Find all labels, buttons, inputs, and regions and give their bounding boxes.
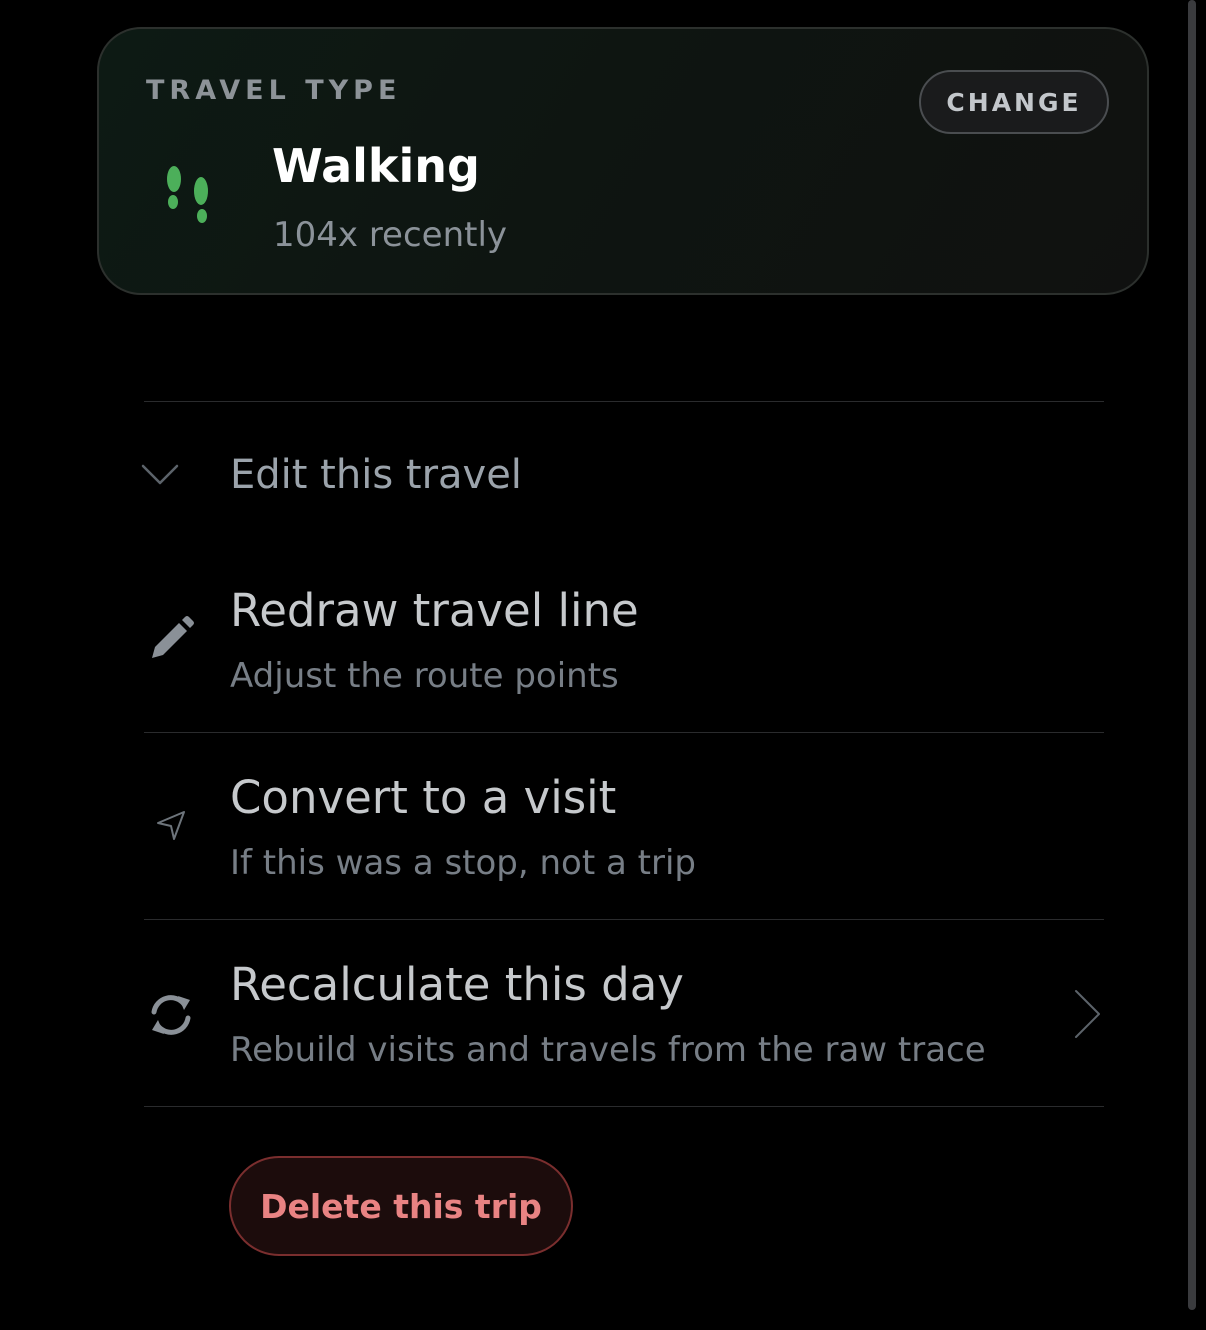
action-title: Convert to a visit bbox=[230, 771, 617, 824]
travel-type-card: TRAVEL TYPE CHANGE Walking 104x recently bbox=[97, 27, 1149, 295]
convert-to-visit-item[interactable]: Convert to a visit If this was a stop, n… bbox=[144, 733, 1104, 919]
travel-mode-title: Walking bbox=[272, 139, 480, 193]
travel-type-label: TRAVEL TYPE bbox=[146, 75, 402, 106]
scrollbar[interactable] bbox=[1188, 0, 1196, 1310]
delete-trip-button[interactable]: Delete this trip bbox=[229, 1156, 573, 1256]
travel-mode-usage: 104x recently bbox=[273, 215, 508, 255]
action-title: Recalculate this day bbox=[230, 958, 684, 1011]
recalculate-day-item[interactable]: Recalculate this day Rebuild visits and … bbox=[144, 920, 1104, 1106]
location-arrow-icon bbox=[154, 809, 188, 847]
divider bbox=[144, 401, 1104, 402]
action-title: Redraw travel line bbox=[230, 584, 639, 637]
chevron-right-icon bbox=[1072, 988, 1102, 1044]
edit-travel-toggle[interactable]: Edit this travel bbox=[138, 440, 1104, 520]
edit-travel-label: Edit this travel bbox=[230, 452, 522, 498]
redraw-travel-line-item[interactable]: Redraw travel line Adjust the route poin… bbox=[144, 560, 1104, 732]
change-travel-type-button[interactable]: CHANGE bbox=[919, 70, 1109, 134]
action-subtitle: If this was a stop, not a trip bbox=[230, 843, 696, 883]
pencil-icon bbox=[146, 614, 196, 668]
action-subtitle: Rebuild visits and travels from the raw … bbox=[230, 1030, 986, 1070]
divider bbox=[144, 1106, 1104, 1107]
refresh-icon bbox=[146, 992, 196, 1042]
footprints-icon bbox=[162, 165, 216, 227]
travel-edit-panel: TRAVEL TYPE CHANGE Walking 104x recently… bbox=[0, 0, 1206, 1330]
chevron-down-icon bbox=[140, 462, 180, 492]
action-subtitle: Adjust the route points bbox=[230, 656, 619, 696]
